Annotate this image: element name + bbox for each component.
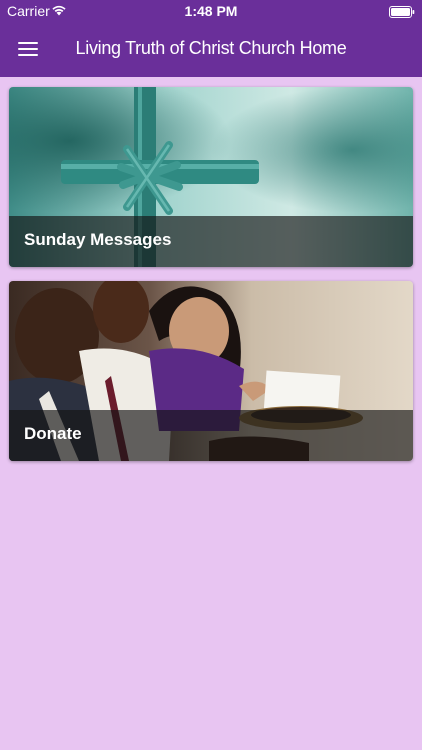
page-title: Living Truth of Christ Church Home: [75, 38, 347, 58]
card-caption: Sunday Messages: [9, 216, 413, 267]
app-header: Carrier 1:48 PM Living Truth of Christ C…: [0, 0, 422, 77]
status-bar: Carrier 1:48 PM: [0, 0, 422, 22]
donate-label: Donate: [24, 424, 82, 443]
donate-card[interactable]: Donate: [9, 281, 413, 461]
status-time: 1:48 PM: [184, 3, 238, 19]
hamburger-menu-icon[interactable]: [18, 41, 40, 57]
card-caption: Donate: [9, 410, 413, 461]
battery-icon: [389, 5, 415, 21]
sunday-messages-label: Sunday Messages: [24, 230, 172, 249]
navigation-bar: Living Truth of Christ Church Home: [0, 22, 422, 77]
sunday-messages-card[interactable]: Sunday Messages: [9, 87, 413, 267]
